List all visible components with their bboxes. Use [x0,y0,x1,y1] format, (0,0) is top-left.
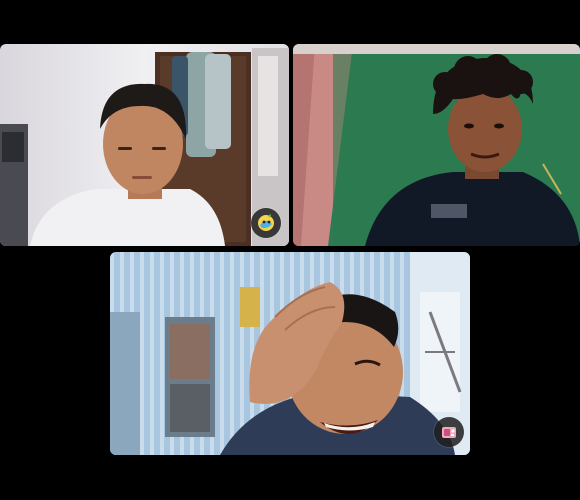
sticker-emoji-icon[interactable] [251,208,281,238]
participant-tile-1[interactable] [0,44,289,246]
participant-tile-3[interactable] [110,252,470,455]
camera-effects-icon[interactable] [434,417,464,447]
participant-1-video [0,44,289,246]
participant-tile-2[interactable] [293,44,580,246]
participant-3-video [110,252,470,455]
participant-2-video [293,44,580,246]
